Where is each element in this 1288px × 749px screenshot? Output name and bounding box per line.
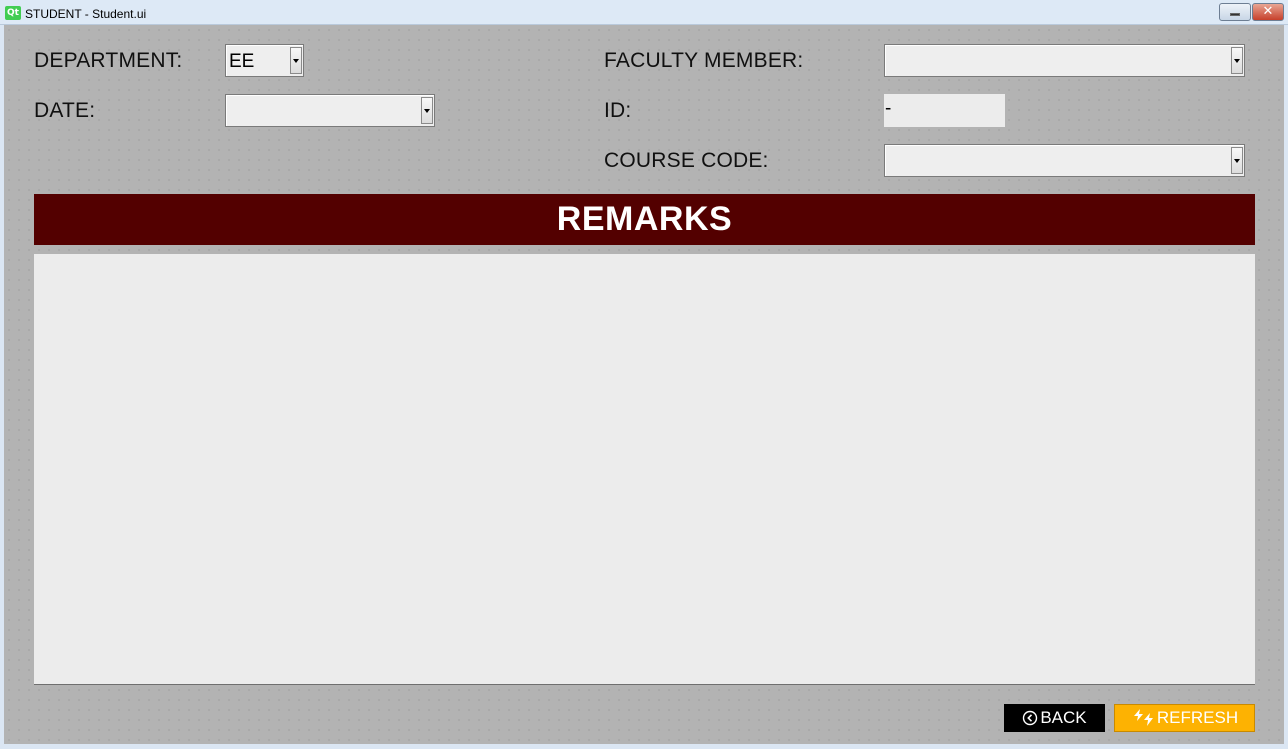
date-label: DATE: (34, 99, 96, 122)
chevron-down-icon[interactable] (421, 97, 433, 124)
back-button-label: BACK (1040, 708, 1087, 727)
id-label: ID: (604, 99, 632, 122)
minimize-icon (1230, 12, 1240, 16)
department-combobox[interactable]: EE (225, 44, 304, 77)
faculty-member-combobox[interactable] (884, 44, 1245, 77)
course-code-label: COURSE CODE: (604, 149, 769, 172)
window-title: STUDENT - Student.ui (25, 7, 147, 21)
refresh-bolt-icon (1131, 707, 1155, 729)
qt-logo-icon: Qt (5, 6, 21, 20)
window-titlebar[interactable]: Qt STUDENT - Student.ui ✕ (0, 0, 1288, 25)
course-code-combobox[interactable] (884, 144, 1245, 177)
main-window-body: DEPARTMENT: EE DATE: FACULTY MEMBER: ID:… (4, 25, 1284, 744)
minimize-button[interactable] (1219, 3, 1251, 21)
id-value-field: - (884, 94, 1005, 127)
refresh-button-label: REFRESH (1156, 708, 1239, 727)
faculty-member-label: FACULTY MEMBER: (604, 49, 804, 72)
refresh-button[interactable]: REFRESH (1114, 704, 1255, 732)
circle-chevron-left-icon (1022, 710, 1038, 726)
chevron-down-icon[interactable] (1231, 47, 1243, 74)
close-icon: ✕ (1262, 4, 1274, 19)
remarks-header: REMARKS (34, 194, 1255, 245)
back-button[interactable]: BACK (1004, 704, 1105, 732)
department-selected-value: EE (229, 51, 255, 72)
remarks-title: REMARKS (556, 200, 733, 238)
chevron-down-icon[interactable] (1231, 147, 1243, 174)
date-combobox[interactable] (225, 94, 435, 127)
close-button[interactable]: ✕ (1252, 3, 1284, 21)
department-label: DEPARTMENT: (34, 49, 183, 72)
remarks-text-area[interactable] (34, 254, 1255, 685)
chevron-down-icon[interactable] (290, 47, 302, 74)
